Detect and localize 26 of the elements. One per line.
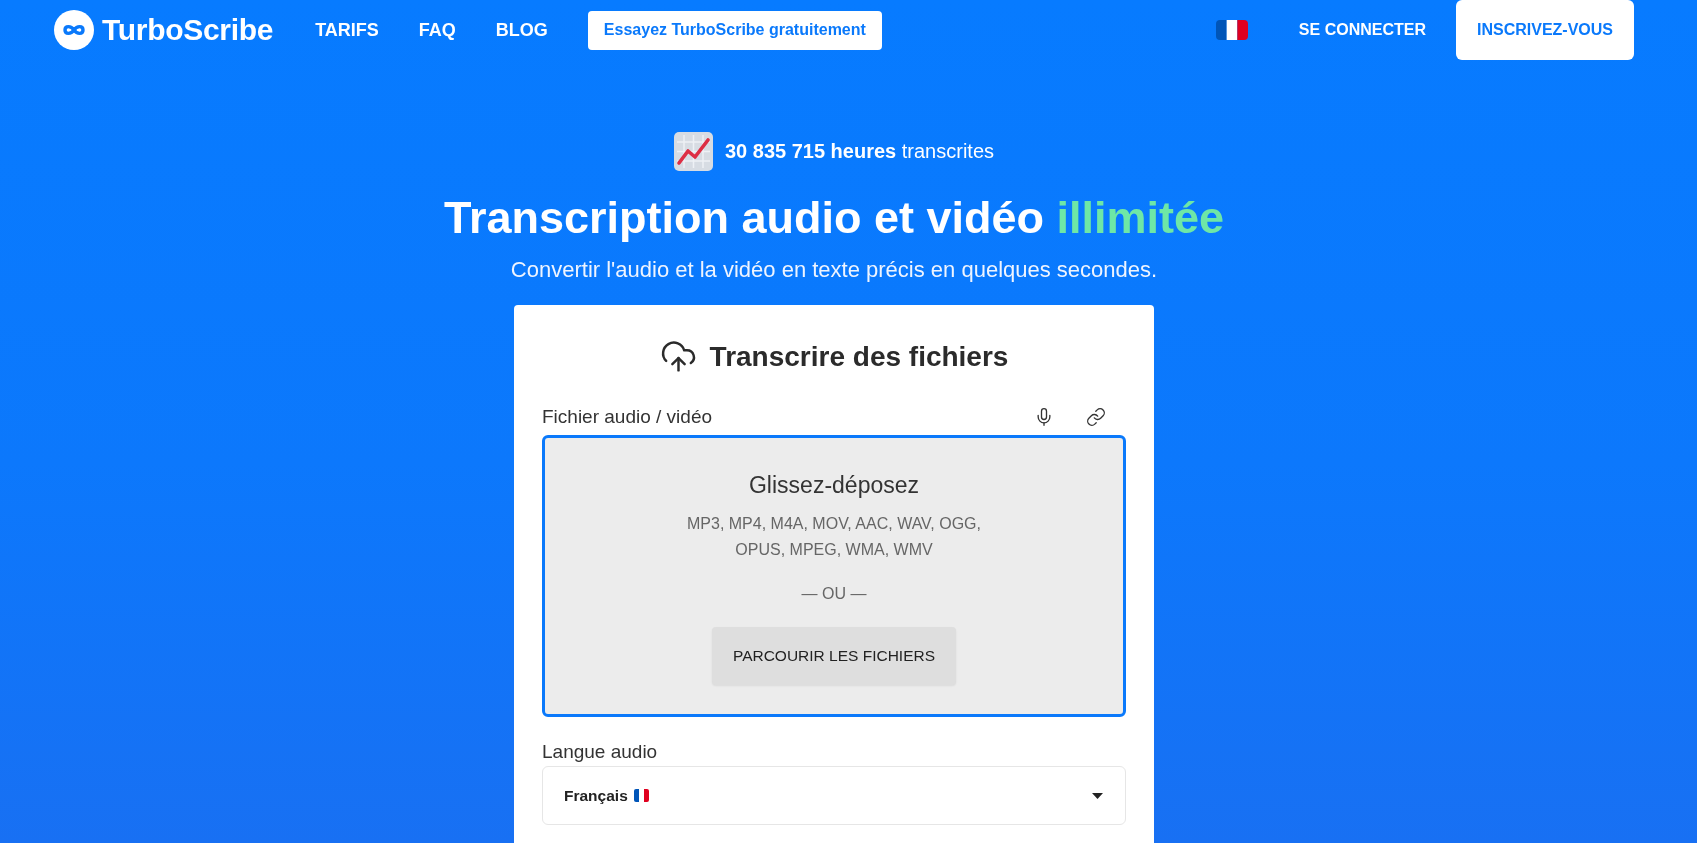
hero-subtitle: Convertir l'audio et la vidéo en texte précis en quelques secondes. bbox=[510, 256, 1158, 284]
browse-files-button[interactable]: PARCOURIR LES FICHIERS bbox=[711, 627, 957, 685]
field-label: Fichier audio / vidéo bbox=[542, 405, 713, 429]
hours-transcribed-text: 30 835 715 heures transcrites bbox=[724, 140, 995, 163]
cloud-upload-icon bbox=[659, 338, 697, 375]
flag-icon[interactable] bbox=[1215, 20, 1248, 40]
free-trial-button[interactable]: Essayez TurboScribe gratuitement bbox=[587, 10, 882, 50]
drop-heading: Glissez-déposez bbox=[749, 471, 919, 500]
field-label: Langue audio bbox=[542, 740, 659, 764]
logo-text[interactable]: TurboScribe bbox=[102, 13, 274, 47]
chart-increasing-icon bbox=[673, 132, 713, 171]
sign-in-link[interactable]: SE CONNECTER bbox=[1298, 21, 1426, 39]
nav-link[interactable]: TARIFS bbox=[315, 19, 379, 41]
language-select[interactable]: Français bbox=[542, 766, 1126, 825]
nav-link[interactable]: FAQ bbox=[418, 19, 456, 41]
sign-up-button[interactable]: INSCRIVEZ-VOUS bbox=[1456, 0, 1634, 60]
card-title: Transcrire des fichiers bbox=[709, 339, 1009, 374]
hero-title: Transcription audio et vidéo illimitée bbox=[443, 191, 1225, 245]
caret-icon bbox=[1092, 792, 1103, 799]
or-separator: — OU — bbox=[801, 584, 867, 604]
supported-formats-text: MP3, MP4, M4A, MOV, AAC, WAV, OGG, OPUS, MPEG, WMA, WMV bbox=[686, 514, 982, 560]
drop-zone[interactable]: Glissez-déposez MP3, MP4, M4A, MOV, AAC, WAV, OGG, OPUS, MPEG, WMA, WMV — OU — PARCOURIR LES FICHIERS bbox=[542, 435, 1126, 717]
nav-link[interactable]: BLOG bbox=[495, 19, 548, 41]
infinity-logo-icon[interactable] bbox=[54, 10, 94, 50]
flag-icon bbox=[633, 789, 649, 802]
link-icon[interactable] bbox=[1086, 407, 1106, 427]
